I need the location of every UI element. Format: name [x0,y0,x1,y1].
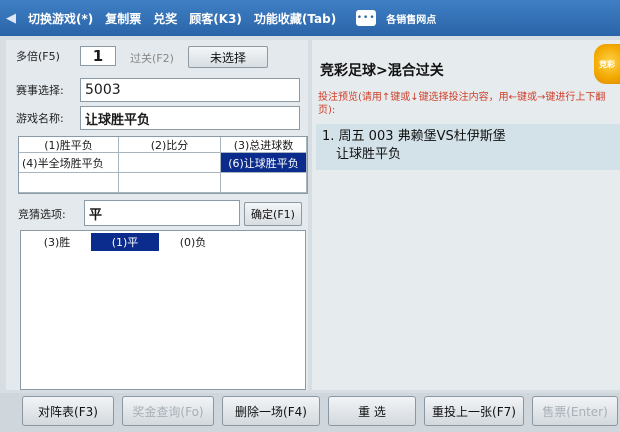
event-input[interactable]: 5003 [80,78,300,102]
bet-preview-item-type: 让球胜平负 [336,147,402,162]
bet-preview-panel: 竞彩足球>混合过关 竞彩 投注预览(请用↑键或↓键选择投注内容，用←键或→键进行… [312,40,620,390]
game-name-field: 让球胜平负 [80,106,300,130]
option-draw[interactable]: (1)平 [91,233,159,251]
chat-bubble-icon[interactable]: ••• [356,10,377,26]
guess-option-list: (3)胜 (1)平 (0)负 [20,230,306,390]
bottom-toolbar: 对阵表(F3) 奖金查询(Fo) 删除一场(F4) 重 选 重投上一张(F7) … [0,393,620,432]
play-type-win-draw-lose[interactable]: (1)胜平负 [19,137,119,153]
option-lose[interactable]: (0)负 [159,233,227,251]
menu-redeem[interactable]: 兑奖 [147,10,183,27]
play-type-total-goals[interactable]: (3)总进球数 [221,137,307,153]
fixture-list-button[interactable]: 对阵表(F3) [22,396,114,426]
bet-form-panel: 多倍(F5) 1 过关(F2) 未选择 赛事选择: 5003 游戏名称: 让球胜… [6,40,308,390]
rebet-last-button[interactable]: 重投上一张(F7) [424,396,524,426]
guess-input[interactable]: 平 [84,200,240,226]
guess-label: 竞猜选项: [18,208,66,221]
prize-query-button[interactable]: 奖金查询(Fo) [122,396,214,426]
menu-switch-game[interactable]: 切换游戏(*) [22,10,99,27]
reselect-button[interactable]: 重 选 [328,396,416,426]
logo-text: 竞彩 [599,59,615,69]
menu-copy-ticket[interactable]: 复制票 [99,10,147,27]
page-title: 竞彩足球>混合过关 [320,63,444,79]
preview-hint: 投注预览(请用↑键或↓键选择投注内容，用←键或→键进行上下翻页): [318,92,606,116]
play-type-handicap[interactable]: (6)让球胜平负 [221,153,307,173]
menu-customer[interactable]: 顾客(K3) [183,10,248,27]
confirm-button[interactable]: 确定(F1) [244,202,302,226]
lottery-logo: 竞彩 [594,44,620,84]
play-type-empty [221,173,307,193]
game-name-label: 游戏名称: [16,112,64,125]
play-type-empty [119,153,221,173]
bet-preview-item[interactable]: 1. 周五 003 弗赖堡VS杜伊斯堡 [322,128,614,146]
pass-select-button[interactable]: 未选择 [188,46,268,68]
play-type-empty [19,173,119,193]
outlet-label: 各销售网点 [386,14,437,26]
play-type-empty [119,173,221,193]
menu-favorites[interactable]: 功能收藏(Tab) [248,10,342,27]
menu-arrow-icon[interactable]: ◀ [0,0,22,36]
event-label: 赛事选择: [16,84,64,97]
multiple-input[interactable]: 1 [80,46,116,66]
top-menu-bar: ◀ 切换游戏(*) 复制票 兑奖 顾客(K3) 功能收藏(Tab) ••• 各销… [0,0,620,36]
multiple-label: 多倍(F5) [16,50,60,63]
play-type-grid: (1)胜平负 (2)比分 (3)总进球数 (4)半全场胜平负 (6)让球胜平负 [18,136,308,194]
bet-preview-list[interactable]: 1. 周五 003 弗赖堡VS杜伊斯堡 让球胜平负 [316,124,620,170]
sell-ticket-button[interactable]: 售票(Enter) [532,396,618,426]
option-win[interactable]: (3)胜 [23,233,91,251]
pass-label: 过关(F2) [130,52,174,65]
play-type-half-full[interactable]: (4)半全场胜平负 [19,153,119,173]
delete-match-button[interactable]: 删除一场(F4) [222,396,320,426]
play-type-score[interactable]: (2)比分 [119,137,221,153]
